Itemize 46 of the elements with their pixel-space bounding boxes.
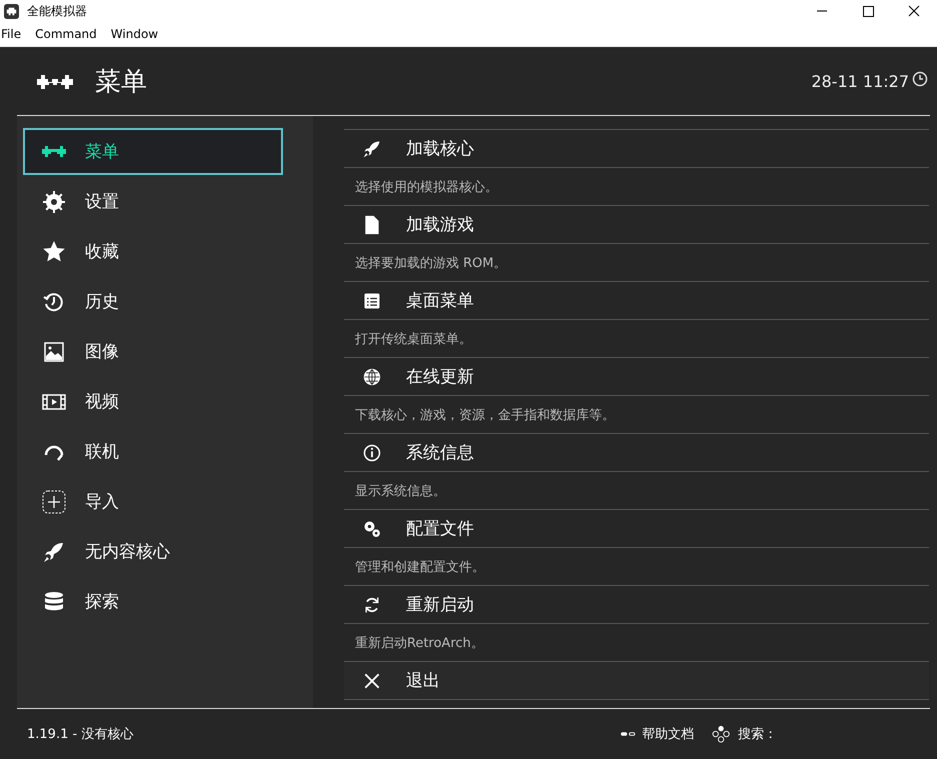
- clock-text: 28-11 11:27: [811, 72, 909, 90]
- sidebar-item[interactable]: 视频: [23, 378, 283, 425]
- globe-icon: [362, 366, 382, 386]
- menu-item[interactable]: Window: [110, 27, 166, 41]
- sidebar-item[interactable]: 探索: [23, 578, 283, 625]
- app-icon: [4, 4, 19, 18]
- help-hint: 帮助文档: [642, 726, 694, 743]
- sidebar-item[interactable]: 图像: [23, 328, 283, 375]
- toggle-icon: [620, 730, 636, 738]
- entry-description: 显示系统信息。: [355, 482, 446, 500]
- star-icon: [41, 240, 67, 264]
- buttons-icon: [712, 725, 730, 743]
- rocket-icon: [362, 138, 382, 158]
- window-title: 全能模拟器: [27, 2, 87, 20]
- sidebar-item[interactable]: 导入: [23, 478, 283, 525]
- version-text: 1.19.1 - 没有核心: [27, 726, 134, 743]
- menu-entry[interactable]: 桌面菜单: [344, 281, 929, 319]
- sidebar-item[interactable]: 联机: [23, 428, 283, 475]
- menu-item[interactable]: File: [0, 27, 28, 41]
- entry-description: 重新启动RetroArch。: [355, 634, 484, 652]
- entry-description: 管理和创建配置文件。: [355, 558, 485, 576]
- sidebar-item[interactable]: 菜单: [23, 128, 283, 175]
- sidebar-item[interactable]: 收藏: [23, 228, 283, 275]
- menu-entry[interactable]: 配置文件: [344, 509, 929, 547]
- sidebar-item[interactable]: 历史: [23, 278, 283, 325]
- menu-entry[interactable]: 在线更新: [344, 357, 929, 395]
- entry-description: 选择使用的模拟器核心。: [355, 178, 498, 196]
- menu-entry[interactable]: 加载核心: [344, 129, 929, 167]
- menu-item[interactable]: Command: [34, 27, 104, 41]
- list-icon: [362, 290, 382, 310]
- settings-icon: [41, 190, 67, 214]
- info-icon: [362, 442, 382, 462]
- entry-description: 选择要加载的游戏 ROM。: [355, 254, 507, 272]
- entry-description: 打开传统桌面菜单。: [355, 330, 472, 348]
- menu-entry[interactable]: 加载游戏: [344, 205, 929, 243]
- menu-entry[interactable]: 重新启动: [344, 585, 929, 623]
- menu-entry[interactable]: 系统信息: [344, 433, 929, 471]
- entry-description: 下载核心，游戏，资源，金手指和数据库等。: [355, 406, 615, 424]
- header-title: 菜单: [95, 66, 147, 98]
- sidebar-item[interactable]: 无内容核心: [23, 528, 283, 575]
- search-hint: 搜索：: [738, 726, 777, 743]
- menu-entry[interactable]: 退出: [344, 661, 929, 700]
- plus-icon: [41, 490, 67, 514]
- gears-icon: [362, 518, 382, 538]
- sidebar-item[interactable]: 设置: [23, 178, 283, 225]
- clock-icon: [912, 71, 928, 87]
